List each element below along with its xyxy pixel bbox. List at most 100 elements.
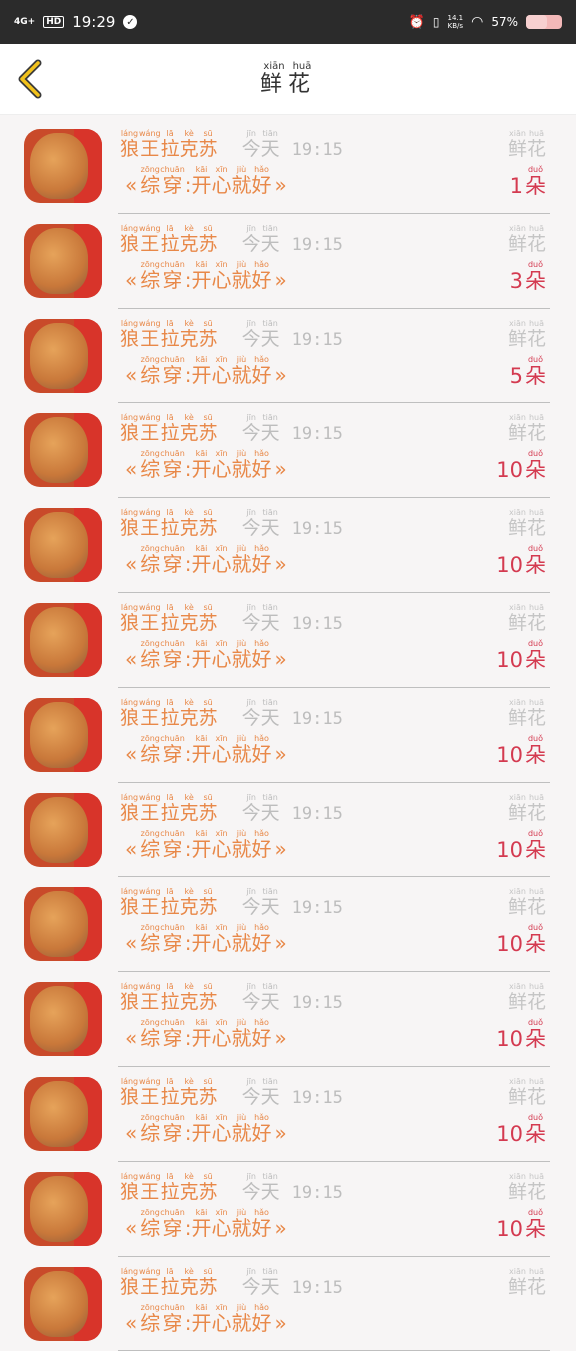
count-number: 10: [496, 1027, 523, 1052]
quote-open: «: [125, 741, 138, 766]
name-char: 王wáng: [139, 1266, 161, 1298]
date-char: 今jīn: [241, 982, 261, 1014]
app-header: 鲜xiān花huā: [0, 44, 576, 115]
gift-char: 鲜xiān: [507, 1076, 527, 1108]
avatar: [24, 792, 102, 867]
quote-open: «: [125, 173, 138, 197]
name-char: 克kè: [179, 129, 199, 160]
list-item[interactable]: 狼láng王wáng拉lā克kè苏sū今jīn天tiān19:15 «综zōng穿…: [0, 783, 576, 878]
sender-line: 狼láng王wáng拉lā克kè苏sū 今jīn天tiān 19:15: [120, 129, 343, 161]
date-char: 天tiān: [260, 1076, 280, 1108]
work-char: 综zōng: [140, 923, 161, 956]
name-char: 王wáng: [139, 697, 161, 729]
work-char: 好hǎo: [251, 544, 272, 577]
date-char: 今jīn: [241, 129, 261, 160]
title-char: 鲜xiān: [259, 60, 288, 97]
list-item[interactable]: 狼láng王wáng拉lā克kè苏sū今jīn天tiān19:15 «综zōng穿…: [0, 403, 576, 499]
name-char: 拉lā: [160, 508, 180, 540]
date-label: 今jīn天tiān: [242, 698, 280, 729]
list-item[interactable]: 狼láng王wáng拉lā克kè苏sū今jīn天tiān19:15 «综zōng穿…: [0, 972, 576, 1067]
quote-open: «: [125, 1120, 138, 1145]
sender-line: 狼láng王wáng拉lā克kè苏sū 今jīn天tiān 19:15: [120, 1172, 343, 1204]
sender-line: 狼láng王wáng拉lā克kè苏sū 今jīn天tiān 19:15: [120, 887, 343, 919]
list-item[interactable]: 狼láng王wáng拉lā克kè苏sū今jīn天tiān19:15 «综zōng穿…: [0, 309, 576, 404]
quote-open: «: [125, 836, 138, 861]
date-char: 天tiān: [260, 982, 280, 1014]
gift-char: 花huā: [526, 792, 546, 824]
gift-char: 鲜xiān: [507, 602, 527, 634]
quote-close: »: [274, 1120, 287, 1145]
vibrate-icon: ▯: [432, 15, 440, 29]
work-title: «综zōng穿chuān:开kāi心xīn就jiù好hǎo»: [122, 1208, 290, 1241]
date-char: 天tiān: [260, 318, 280, 350]
name-char: 王wáng: [139, 887, 161, 919]
work-char: 心xīn: [211, 354, 232, 387]
gift-char: 花huā: [526, 982, 546, 1014]
sender-name: 狼láng王wáng拉lā克kè苏sū: [120, 1266, 218, 1298]
name-char: 苏sū: [198, 1171, 218, 1203]
work-char: 心xīn: [211, 1112, 232, 1145]
list-item[interactable]: 狼láng王wáng拉lā克kè苏sū今jīn天tiān19:15 «综zōng穿…: [0, 1162, 576, 1257]
list-item[interactable]: 狼láng王wáng拉lā克kè苏sū今jīn天tiān19:15 «综zōng穿…: [0, 119, 576, 214]
sender-line: 狼láng王wáng拉lā克kè苏sū 今jīn天tiān 19:15: [120, 224, 343, 256]
work-title: «综zōng穿chuān:开kāi心xīn就jiù好hǎo»: [122, 1018, 290, 1051]
gift-type: 鲜xiān花huā: [508, 603, 546, 635]
work-title: «综zōng穿chuān:开kāi心xīn就jiù好hǎo»: [122, 165, 290, 198]
name-char: 苏sū: [198, 508, 218, 540]
work-char: 综zōng: [140, 828, 161, 861]
name-char: 克kè: [179, 223, 199, 255]
work-char: 心xīn: [211, 259, 232, 292]
work-char: 开kāi: [191, 449, 212, 482]
avatar: [24, 1076, 102, 1151]
sender-name: 狼láng王wáng拉lā克kè苏sū: [120, 508, 218, 540]
quote-close: »: [274, 741, 287, 766]
name-char: 王wáng: [139, 508, 161, 540]
gift-char: 鲜xiān: [507, 792, 527, 824]
count-unit: 朵duǒ: [525, 544, 546, 578]
quote-close: »: [274, 552, 287, 577]
work-char: :: [184, 931, 192, 956]
work-char: 就jiù: [231, 449, 252, 482]
sender-line: 狼láng王wáng拉lā克kè苏sū 今jīn天tiān 19:15: [120, 698, 343, 730]
list-item[interactable]: 狼láng王wáng拉lā克kè苏sū今jīn天tiān19:15 «综zōng穿…: [0, 1257, 576, 1351]
sender-name: 狼láng王wáng拉lā克kè苏sū: [120, 887, 218, 919]
quote-open: «: [125, 646, 138, 671]
work-char: 心xīn: [211, 1207, 232, 1240]
name-char: 王wáng: [139, 602, 161, 634]
name-char: 狼láng: [120, 1266, 140, 1298]
gift-count: 10朵duǒ: [496, 1113, 546, 1148]
avatar: [24, 1266, 102, 1341]
name-char: 苏sū: [198, 792, 218, 824]
work-char: 好hǎo: [251, 638, 272, 671]
list-item[interactable]: 狼láng王wáng拉lā克kè苏sū今jīn天tiān19:15 «综zōng穿…: [0, 877, 576, 973]
work-char: 开kāi: [191, 1302, 212, 1335]
list-item[interactable]: 狼láng王wáng拉lā克kè苏sū今jīn天tiān19:15 «综zōng穿…: [0, 214, 576, 309]
name-char: 王wáng: [139, 413, 161, 445]
list-item[interactable]: 狼láng王wáng拉lā克kè苏sū今jīn天tiān19:15 «综zōng穿…: [0, 1067, 576, 1162]
name-char: 克kè: [179, 887, 199, 919]
work-char: 心xīn: [211, 544, 232, 577]
date-label: 今jīn天tiān: [242, 318, 280, 350]
timestamp: 19:15: [291, 708, 343, 729]
clock: 19:29: [72, 13, 116, 31]
quote-open: «: [125, 1215, 138, 1240]
gift-char: 鲜xiān: [507, 1171, 527, 1203]
quote-open: «: [125, 362, 138, 387]
sender-name: 狼láng王wáng拉lā克kè苏sū: [120, 319, 218, 350]
list-item[interactable]: 狼láng王wáng拉lā克kè苏sū今jīn天tiān19:15 «综zōng穿…: [0, 498, 576, 593]
work-char: 就jiù: [231, 1207, 252, 1240]
list-item[interactable]: 狼láng王wáng拉lā克kè苏sū今jīn天tiān19:15 «综zōng穿…: [0, 593, 576, 688]
work-char: 穿chuān: [160, 544, 185, 577]
work-char: :: [184, 1215, 192, 1240]
list-item[interactable]: 狼láng王wáng拉lā克kè苏sū今jīn天tiān19:15 «综zōng穿…: [0, 688, 576, 783]
work-char: :: [184, 741, 192, 766]
gift-char: 花huā: [526, 1171, 546, 1203]
name-char: 克kè: [179, 1171, 199, 1203]
name-char: 王wáng: [139, 1076, 161, 1108]
name-char: 苏sū: [198, 887, 218, 919]
name-char: 拉lā: [160, 413, 180, 445]
work-title: «综zōng穿chuān:开kāi心xīn就jiù好hǎo»: [122, 923, 290, 956]
gift-type: 鲜xiān花huā: [508, 887, 546, 919]
gift-type: 鲜xiān花huā: [508, 793, 546, 825]
back-arrow-icon[interactable]: [14, 57, 54, 101]
